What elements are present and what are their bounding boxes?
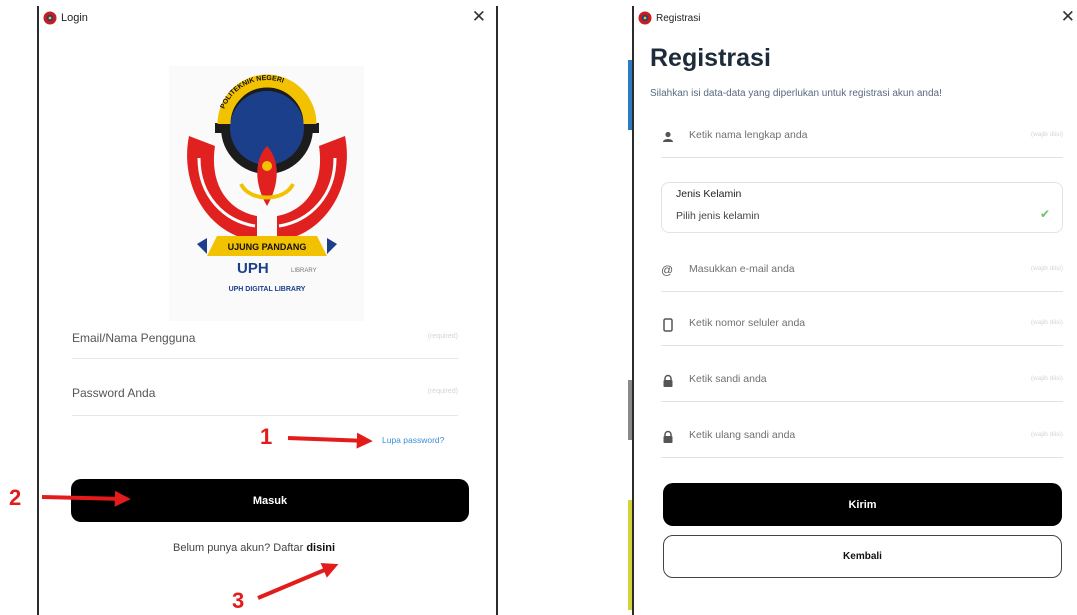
gender-select[interactable]: Jenis Kelamin Pilih jenis kelamin ✔ [661, 182, 1063, 233]
fullname-placeholder: Ketik nama lengkap anda [689, 129, 808, 141]
check-icon: ✔ [1039, 207, 1050, 221]
email-required-hint: (wajib diisi) [1030, 265, 1063, 272]
email-placeholder: Masukkan e-mail anda [689, 263, 795, 275]
lock-icon [663, 430, 673, 443]
lock-icon [663, 374, 673, 387]
register-heading: Registrasi [650, 44, 771, 72]
password-field[interactable]: Ketik sandi anda (wajib diisi) [661, 372, 1063, 402]
signup-prompt: Belum punya akun? Daftar disini [173, 542, 335, 554]
login-titlebar: Login [39, 6, 496, 30]
app-logo-icon [43, 11, 57, 25]
email-field[interactable]: Email/Nama Pengguna (required) [72, 331, 458, 359]
email-field[interactable]: @ Masukkan e-mail anda (wajib diisi) [661, 262, 1063, 292]
password-field[interactable]: Password Anda (required) [72, 386, 458, 416]
register-submit-button[interactable]: Kirim [663, 483, 1062, 526]
signup-link[interactable]: disini [306, 542, 335, 554]
register-window-title: Registrasi [656, 12, 701, 24]
phone-placeholder: Ketik nomor seluler anda [689, 317, 806, 329]
phone-icon [663, 318, 673, 332]
person-icon [663, 131, 673, 142]
fullname-field[interactable]: Ketik nama lengkap anda (wajib diisi) [661, 128, 1063, 158]
campus-logo-graphic: POLITEKNIK NEGERI UJUNG PANDANG UPH LIBR… [169, 66, 364, 321]
annotation-number-1: 1 [260, 424, 273, 449]
annotation-number-3: 3 [232, 588, 245, 613]
password-required-hint: (required) [427, 388, 458, 395]
login-window-title: Login [61, 12, 88, 24]
campus-logo: POLITEKNIK NEGERI UJUNG PANDANG UPH LIBR… [169, 66, 364, 321]
register-window: Registrasi ✕ Registrasi Silahkan isi dat… [632, 6, 1077, 615]
logo-ribbon-text: UJUNG PANDANG [228, 242, 307, 252]
password-confirm-required-hint: (wajib diisi) [1030, 431, 1063, 438]
logo-small-text: LIBRARY [291, 268, 317, 274]
gender-value: Pilih jenis kelamin [676, 210, 760, 222]
password-required-hint: (wajib diisi) [1030, 375, 1063, 382]
app-logo-icon [638, 11, 652, 25]
password-placeholder: Ketik sandi anda [689, 373, 767, 385]
annotation-number-2: 2 [9, 485, 22, 510]
login-window: Login ✕ POLITEKNIK NEGERI UJUNG PANDANG … [37, 6, 498, 615]
password-confirm-field[interactable]: Ketik ulang sandi anda (wajib diisi) [661, 428, 1063, 458]
phone-required-hint: (wajib diisi) [1030, 319, 1063, 326]
register-titlebar: Registrasi [634, 6, 1077, 30]
password-confirm-placeholder: Ketik ulang sandi anda [689, 429, 796, 441]
forgot-password-link[interactable]: Lupa password? [382, 435, 444, 445]
logo-caption: UPH DIGITAL LIBRARY [229, 286, 306, 293]
login-submit-button[interactable]: Masuk [71, 479, 469, 522]
gender-label: Jenis Kelamin [676, 188, 742, 200]
email-placeholder: Email/Nama Pengguna [72, 331, 196, 345]
password-placeholder: Password Anda [72, 386, 156, 400]
register-subheading: Silahkan isi data-data yang diperlukan u… [650, 88, 942, 99]
register-close-icon[interactable]: ✕ [1061, 8, 1075, 26]
email-required-hint: (required) [427, 333, 458, 340]
signup-text: Belum punya akun? Daftar [173, 542, 304, 554]
back-button[interactable]: Kembali [663, 535, 1062, 578]
fullname-required-hint: (wajib diisi) [1030, 131, 1063, 138]
logo-brand-text: UPH [237, 260, 269, 277]
login-close-icon[interactable]: ✕ [472, 8, 486, 26]
at-icon: @ [661, 263, 674, 277]
phone-field[interactable]: Ketik nomor seluler anda (wajib diisi) [661, 316, 1063, 346]
